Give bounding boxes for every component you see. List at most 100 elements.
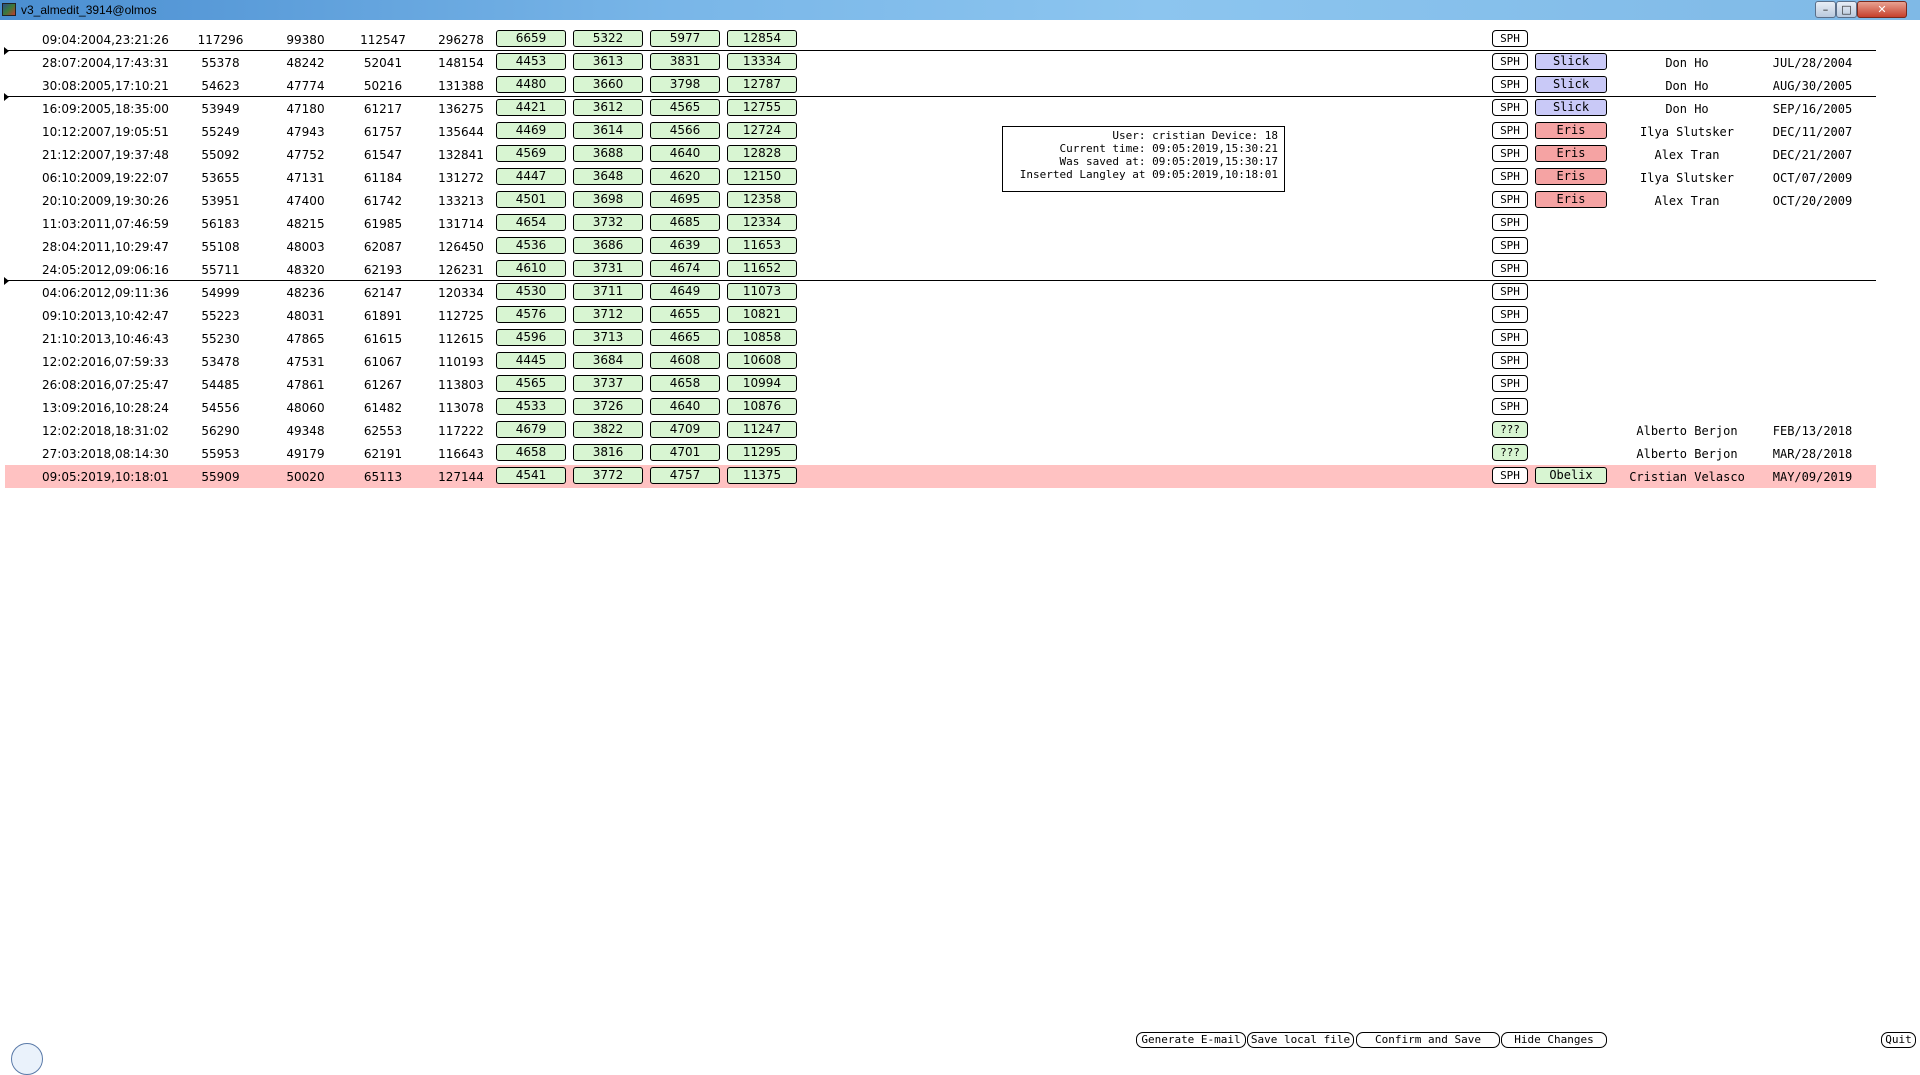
table-row[interactable]: 21:10:2013,10:46:43 55230 47865 61615 112615… xyxy=(5,327,1876,350)
row-field-4[interactable]: 12854 xyxy=(727,30,797,47)
row-field-4[interactable]: 13334 xyxy=(727,53,797,70)
row-field-3[interactable]: 4757 xyxy=(650,467,720,484)
table-row[interactable]: 24:05:2012,09:06:16 55711 48320 62193 126231… xyxy=(5,258,1876,281)
quit-button[interactable]: Quit xyxy=(1881,1032,1916,1048)
row-field-3[interactable]: 4639 xyxy=(650,237,720,254)
row-field-3[interactable]: 4565 xyxy=(650,99,720,116)
row-field-4[interactable]: 10858 xyxy=(727,329,797,346)
row-field-4[interactable]: 11073 xyxy=(727,283,797,300)
row-field-1[interactable]: 4530 xyxy=(496,283,566,300)
row-field-4[interactable]: 10994 xyxy=(727,375,797,392)
row-field-2[interactable]: 3686 xyxy=(573,237,643,254)
row-field-4[interactable]: 12358 xyxy=(727,191,797,208)
row-field-1[interactable]: 4501 xyxy=(496,191,566,208)
row-field-2[interactable]: 5322 xyxy=(573,30,643,47)
row-field-4[interactable]: 11375 xyxy=(727,467,797,484)
table-row[interactable]: 30:08:2005,17:10:21 54623 47774 50216 131388… xyxy=(5,74,1876,97)
row-field-4[interactable]: 11295 xyxy=(727,444,797,461)
row-field-1[interactable]: 4480 xyxy=(496,76,566,93)
row-field-4[interactable]: 11247 xyxy=(727,421,797,438)
row-sph-button[interactable]: SPH xyxy=(1492,329,1528,346)
table-row[interactable]: 21:12:2007,19:37:48 55092 47752 61547 132841… xyxy=(5,143,1876,166)
row-field-2[interactable]: 3731 xyxy=(573,260,643,277)
row-instrument-tag[interactable]: Eris xyxy=(1535,145,1607,162)
row-field-1[interactable]: 4533 xyxy=(496,398,566,415)
table-row[interactable]: 09:05:2019,10:18:01 55909 50020 65113 127144… xyxy=(5,465,1876,488)
row-field-1[interactable]: 6659 xyxy=(496,30,566,47)
row-field-3[interactable]: 4620 xyxy=(650,168,720,185)
table-row[interactable]: 12:02:2018,18:31:02 56290 49348 62553 117222… xyxy=(5,419,1876,442)
row-sph-button[interactable]: SPH xyxy=(1492,398,1528,415)
row-field-3[interactable]: 4665 xyxy=(650,329,720,346)
row-field-1[interactable]: 4654 xyxy=(496,214,566,231)
table-row[interactable]: 12:02:2016,07:59:33 53478 47531 61067 110193… xyxy=(5,350,1876,373)
row-field-4[interactable]: 10821 xyxy=(727,306,797,323)
row-field-3[interactable]: 4655 xyxy=(650,306,720,323)
row-field-2[interactable]: 3772 xyxy=(573,467,643,484)
row-field-2[interactable]: 3660 xyxy=(573,76,643,93)
row-field-2[interactable]: 3614 xyxy=(573,122,643,139)
row-field-3[interactable]: 4701 xyxy=(650,444,720,461)
row-field-1[interactable]: 4658 xyxy=(496,444,566,461)
row-sph-button[interactable]: SPH xyxy=(1492,260,1528,277)
row-field-2[interactable]: 3822 xyxy=(573,421,643,438)
row-instrument-tag[interactable]: Eris xyxy=(1535,122,1607,139)
row-field-1[interactable]: 4596 xyxy=(496,329,566,346)
row-sph-button[interactable]: SPH xyxy=(1492,145,1528,162)
row-sph-button[interactable]: SPH xyxy=(1492,306,1528,323)
row-sph-button[interactable]: ??? xyxy=(1492,444,1528,461)
row-sph-button[interactable]: SPH xyxy=(1492,168,1528,185)
row-sph-button[interactable]: SPH xyxy=(1492,283,1528,300)
row-field-3[interactable]: 4709 xyxy=(650,421,720,438)
row-field-1[interactable]: 4536 xyxy=(496,237,566,254)
row-field-2[interactable]: 3612 xyxy=(573,99,643,116)
row-field-2[interactable]: 3726 xyxy=(573,398,643,415)
row-field-1[interactable]: 4453 xyxy=(496,53,566,70)
row-field-3[interactable]: 3798 xyxy=(650,76,720,93)
row-field-2[interactable]: 3648 xyxy=(573,168,643,185)
row-sph-button[interactable]: SPH xyxy=(1492,237,1528,254)
table-row[interactable]: 26:08:2016,07:25:47 54485 47861 61267 113803… xyxy=(5,373,1876,396)
row-field-3[interactable]: 4649 xyxy=(650,283,720,300)
row-field-3[interactable]: 4674 xyxy=(650,260,720,277)
generate-email-button[interactable]: Generate E-mail xyxy=(1136,1032,1246,1048)
row-sph-button[interactable]: SPH xyxy=(1492,467,1528,484)
row-instrument-tag[interactable]: Slick xyxy=(1535,53,1607,70)
row-field-2[interactable]: 3711 xyxy=(573,283,643,300)
row-instrument-tag[interactable]: Slick xyxy=(1535,76,1607,93)
confirm-and-save-button[interactable]: Confirm and Save xyxy=(1356,1032,1500,1048)
row-field-2[interactable]: 3816 xyxy=(573,444,643,461)
window-titlebar[interactable]: v3_almedit_3914@olmos – □ ✕ xyxy=(0,0,1920,20)
row-instrument-tag[interactable]: Eris xyxy=(1535,168,1607,185)
row-field-1[interactable]: 4565 xyxy=(496,375,566,392)
row-field-4[interactable]: 12828 xyxy=(727,145,797,162)
row-field-1[interactable]: 4421 xyxy=(496,99,566,116)
row-field-4[interactable]: 12787 xyxy=(727,76,797,93)
row-field-3[interactable]: 4658 xyxy=(650,375,720,392)
row-field-2[interactable]: 3684 xyxy=(573,352,643,369)
row-field-2[interactable]: 3732 xyxy=(573,214,643,231)
table-row[interactable]: 11:03:2011,07:46:59 56183 48215 61985 131714… xyxy=(5,212,1876,235)
table-row[interactable]: 28:07:2004,17:43:31 55378 48242 52041 148154… xyxy=(5,51,1876,74)
row-field-2[interactable]: 3712 xyxy=(573,306,643,323)
row-field-1[interactable]: 4569 xyxy=(496,145,566,162)
row-field-4[interactable]: 12755 xyxy=(727,99,797,116)
row-field-2[interactable]: 3713 xyxy=(573,329,643,346)
row-sph-button[interactable]: SPH xyxy=(1492,122,1528,139)
table-row[interactable]: 20:10:2009,19:30:26 53951 47400 61742 133213… xyxy=(5,189,1876,212)
row-field-1[interactable]: 4469 xyxy=(496,122,566,139)
table-row[interactable]: 28:04:2011,10:29:47 55108 48003 62087 126450… xyxy=(5,235,1876,258)
row-instrument-tag[interactable]: Eris xyxy=(1535,191,1607,208)
row-sph-button[interactable]: SPH xyxy=(1492,30,1528,47)
row-sph-button[interactable]: SPH xyxy=(1492,352,1528,369)
row-field-4[interactable]: 11652 xyxy=(727,260,797,277)
table-row[interactable]: 27:03:2018,08:14:30 55953 49179 62191 116643… xyxy=(5,442,1876,465)
row-field-1[interactable]: 4447 xyxy=(496,168,566,185)
table-row[interactable]: 16:09:2005,18:35:00 53949 47180 61217 136275… xyxy=(5,97,1876,120)
row-field-1[interactable]: 4445 xyxy=(496,352,566,369)
row-sph-button[interactable]: SPH xyxy=(1492,53,1528,70)
row-field-4[interactable]: 12334 xyxy=(727,214,797,231)
row-sph-button[interactable]: SPH xyxy=(1492,191,1528,208)
row-field-4[interactable]: 11653 xyxy=(727,237,797,254)
row-field-4[interactable]: 10608 xyxy=(727,352,797,369)
